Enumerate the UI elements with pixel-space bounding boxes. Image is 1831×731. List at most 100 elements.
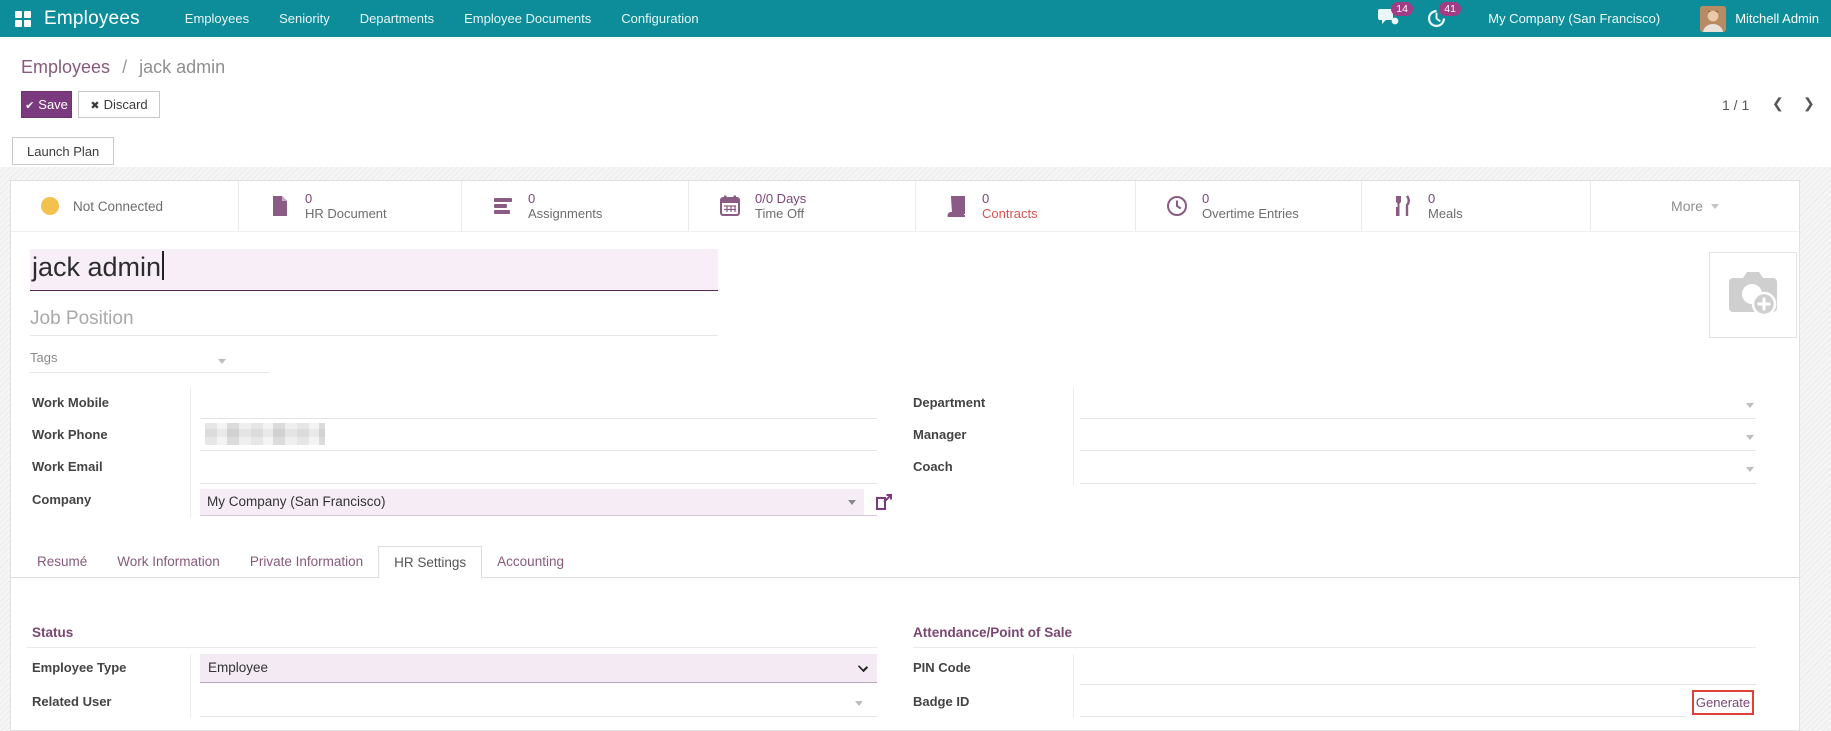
manager-label: Manager [913, 427, 966, 442]
caret-down-icon [1711, 204, 1719, 209]
user-menu[interactable]: Mitchell Admin [1735, 11, 1819, 26]
department-dropdown-caret-icon[interactable] [1746, 403, 1754, 408]
group-divider [190, 654, 191, 719]
group-divider [190, 388, 191, 518]
work-phone-redacted-value[interactable] [205, 423, 325, 445]
related-user-dropdown-caret-icon[interactable] [855, 701, 863, 706]
coach-input[interactable] [1080, 483, 1756, 484]
stat-button-hr-document[interactable]: 0 HR Document [239, 181, 462, 231]
work-email-input[interactable] [200, 483, 877, 484]
manager-input[interactable] [1080, 450, 1756, 451]
apps-menu-icon[interactable] [15, 11, 31, 27]
work-mobile-input[interactable] [200, 418, 877, 419]
department-input[interactable] [1080, 418, 1756, 419]
coach-label: Coach [913, 459, 953, 474]
activities-icon[interactable]: 41 [1426, 8, 1448, 30]
app-title[interactable]: Employees [44, 8, 140, 30]
stat-button-overtime-entries[interactable]: 0 Overtime Entries [1136, 181, 1362, 231]
navbar-systray: 14 41 My Company (San Francisco) Mitchel… [1378, 0, 1831, 37]
select-chevron-icon [858, 662, 868, 672]
company-label: Company [32, 492, 91, 507]
attendance-heading-rule [913, 647, 1756, 648]
pager-previous-icon[interactable]: ❮ [1772, 95, 1784, 112]
x-icon: ✖ [90, 100, 99, 112]
tags-dropdown-caret-icon[interactable] [218, 359, 226, 364]
check-icon: ✔ [25, 100, 34, 112]
work-mobile-label: Work Mobile [32, 395, 109, 410]
group-divider [1073, 388, 1074, 485]
status-heading-rule [27, 647, 877, 648]
employee-name-input[interactable]: jack admin [30, 249, 718, 291]
company-dropdown-caret-icon[interactable] [848, 500, 856, 505]
camera-plus-icon [1724, 270, 1782, 320]
save-button[interactable]: ✔Save [21, 91, 72, 118]
menu-item-configuration[interactable]: Configuration [606, 0, 713, 37]
attendance-section-heading: Attendance/Point of Sale [913, 625, 1072, 640]
document-icon [269, 195, 291, 217]
app-menu: Employees Seniority Departments Employee… [170, 0, 714, 37]
connection-status-label: Not Connected [73, 199, 163, 214]
coach-dropdown-caret-icon[interactable] [1746, 467, 1754, 472]
top-navbar: Employees Employees Seniority Department… [0, 0, 1831, 37]
calendar-icon [719, 195, 741, 217]
stat-button-contracts[interactable]: 0 Contracts [916, 181, 1136, 231]
connection-status-button[interactable]: Not Connected [11, 181, 239, 231]
discard-button[interactable]: ✖Discard [78, 91, 160, 118]
pager-next-icon[interactable]: ❯ [1803, 95, 1815, 112]
badge-id-input[interactable] [1080, 716, 1686, 717]
job-position-input[interactable]: Job Position [30, 308, 718, 336]
work-email-label: Work Email [32, 459, 103, 474]
menu-item-seniority[interactable]: Seniority [264, 0, 345, 37]
generate-badge-button[interactable]: Generate [1692, 690, 1754, 715]
stat-button-time-off[interactable]: 0/0 Days Time Off [689, 181, 916, 231]
pin-code-input[interactable] [1080, 684, 1756, 685]
text-cursor [162, 251, 164, 280]
notebook-tabs: Resumé Work Information Private Informat… [22, 546, 579, 579]
employee-type-select[interactable]: Employee [200, 654, 877, 683]
record-pager-count: 1 / 1 [1722, 97, 1749, 113]
connection-status-dot-icon [41, 197, 59, 215]
menu-item-employee-documents[interactable]: Employee Documents [449, 0, 606, 37]
status-section-heading: Status [32, 625, 73, 640]
avatar-photo [1700, 6, 1726, 32]
stat-button-bar: Not Connected 0 HR Document 0 Assignment… [11, 181, 1799, 232]
stat-more-dropdown[interactable]: More [1591, 181, 1799, 231]
work-phone-input[interactable] [200, 450, 877, 451]
employee-photo-upload[interactable] [1709, 252, 1797, 338]
department-label: Department [913, 395, 985, 410]
stat-button-meals[interactable]: 0 Meals [1362, 181, 1591, 231]
company-switcher[interactable]: My Company (San Francisco) [1488, 11, 1660, 26]
group-divider [1073, 654, 1074, 719]
related-user-input[interactable] [200, 716, 877, 717]
related-user-label: Related User [32, 694, 111, 709]
book-icon [946, 195, 968, 217]
stat-button-assignments[interactable]: 0 Assignments [462, 181, 689, 231]
breadcrumb: Employees / jack admin [21, 57, 225, 78]
breadcrumb-separator: / [122, 57, 127, 77]
company-field[interactable]: My Company (San Francisco) [200, 489, 864, 515]
menu-item-departments[interactable]: Departments [345, 0, 449, 37]
manager-dropdown-caret-icon[interactable] [1746, 435, 1754, 440]
company-external-link-icon[interactable] [876, 494, 893, 515]
overtime-clock-icon [1166, 195, 1188, 217]
cutlery-icon [1392, 195, 1414, 217]
messages-badge: 14 [1391, 2, 1413, 16]
tags-input[interactable]: Tags [30, 350, 270, 373]
messages-icon[interactable]: 14 [1378, 8, 1400, 30]
company-field-underline [200, 515, 877, 516]
user-avatar[interactable] [1700, 6, 1726, 32]
breadcrumb-current-record: jack admin [139, 57, 225, 77]
odoo-employee-form-window: Employees Employees Seniority Department… [0, 0, 1831, 731]
list-rows-icon [492, 195, 514, 217]
menu-item-employees[interactable]: Employees [170, 0, 264, 37]
tab-accounting[interactable]: Accounting [482, 546, 579, 579]
tab-work-information[interactable]: Work Information [102, 546, 235, 579]
tab-private-information[interactable]: Private Information [235, 546, 378, 579]
badge-id-label: Badge ID [913, 694, 969, 709]
activities-badge: 41 [1439, 2, 1461, 16]
tab-resume[interactable]: Resumé [22, 546, 102, 579]
breadcrumb-employees-link[interactable]: Employees [21, 57, 110, 77]
pin-code-label: PIN Code [913, 660, 971, 675]
tab-hr-settings[interactable]: HR Settings [378, 546, 482, 579]
launch-plan-button[interactable]: Launch Plan [12, 137, 114, 165]
